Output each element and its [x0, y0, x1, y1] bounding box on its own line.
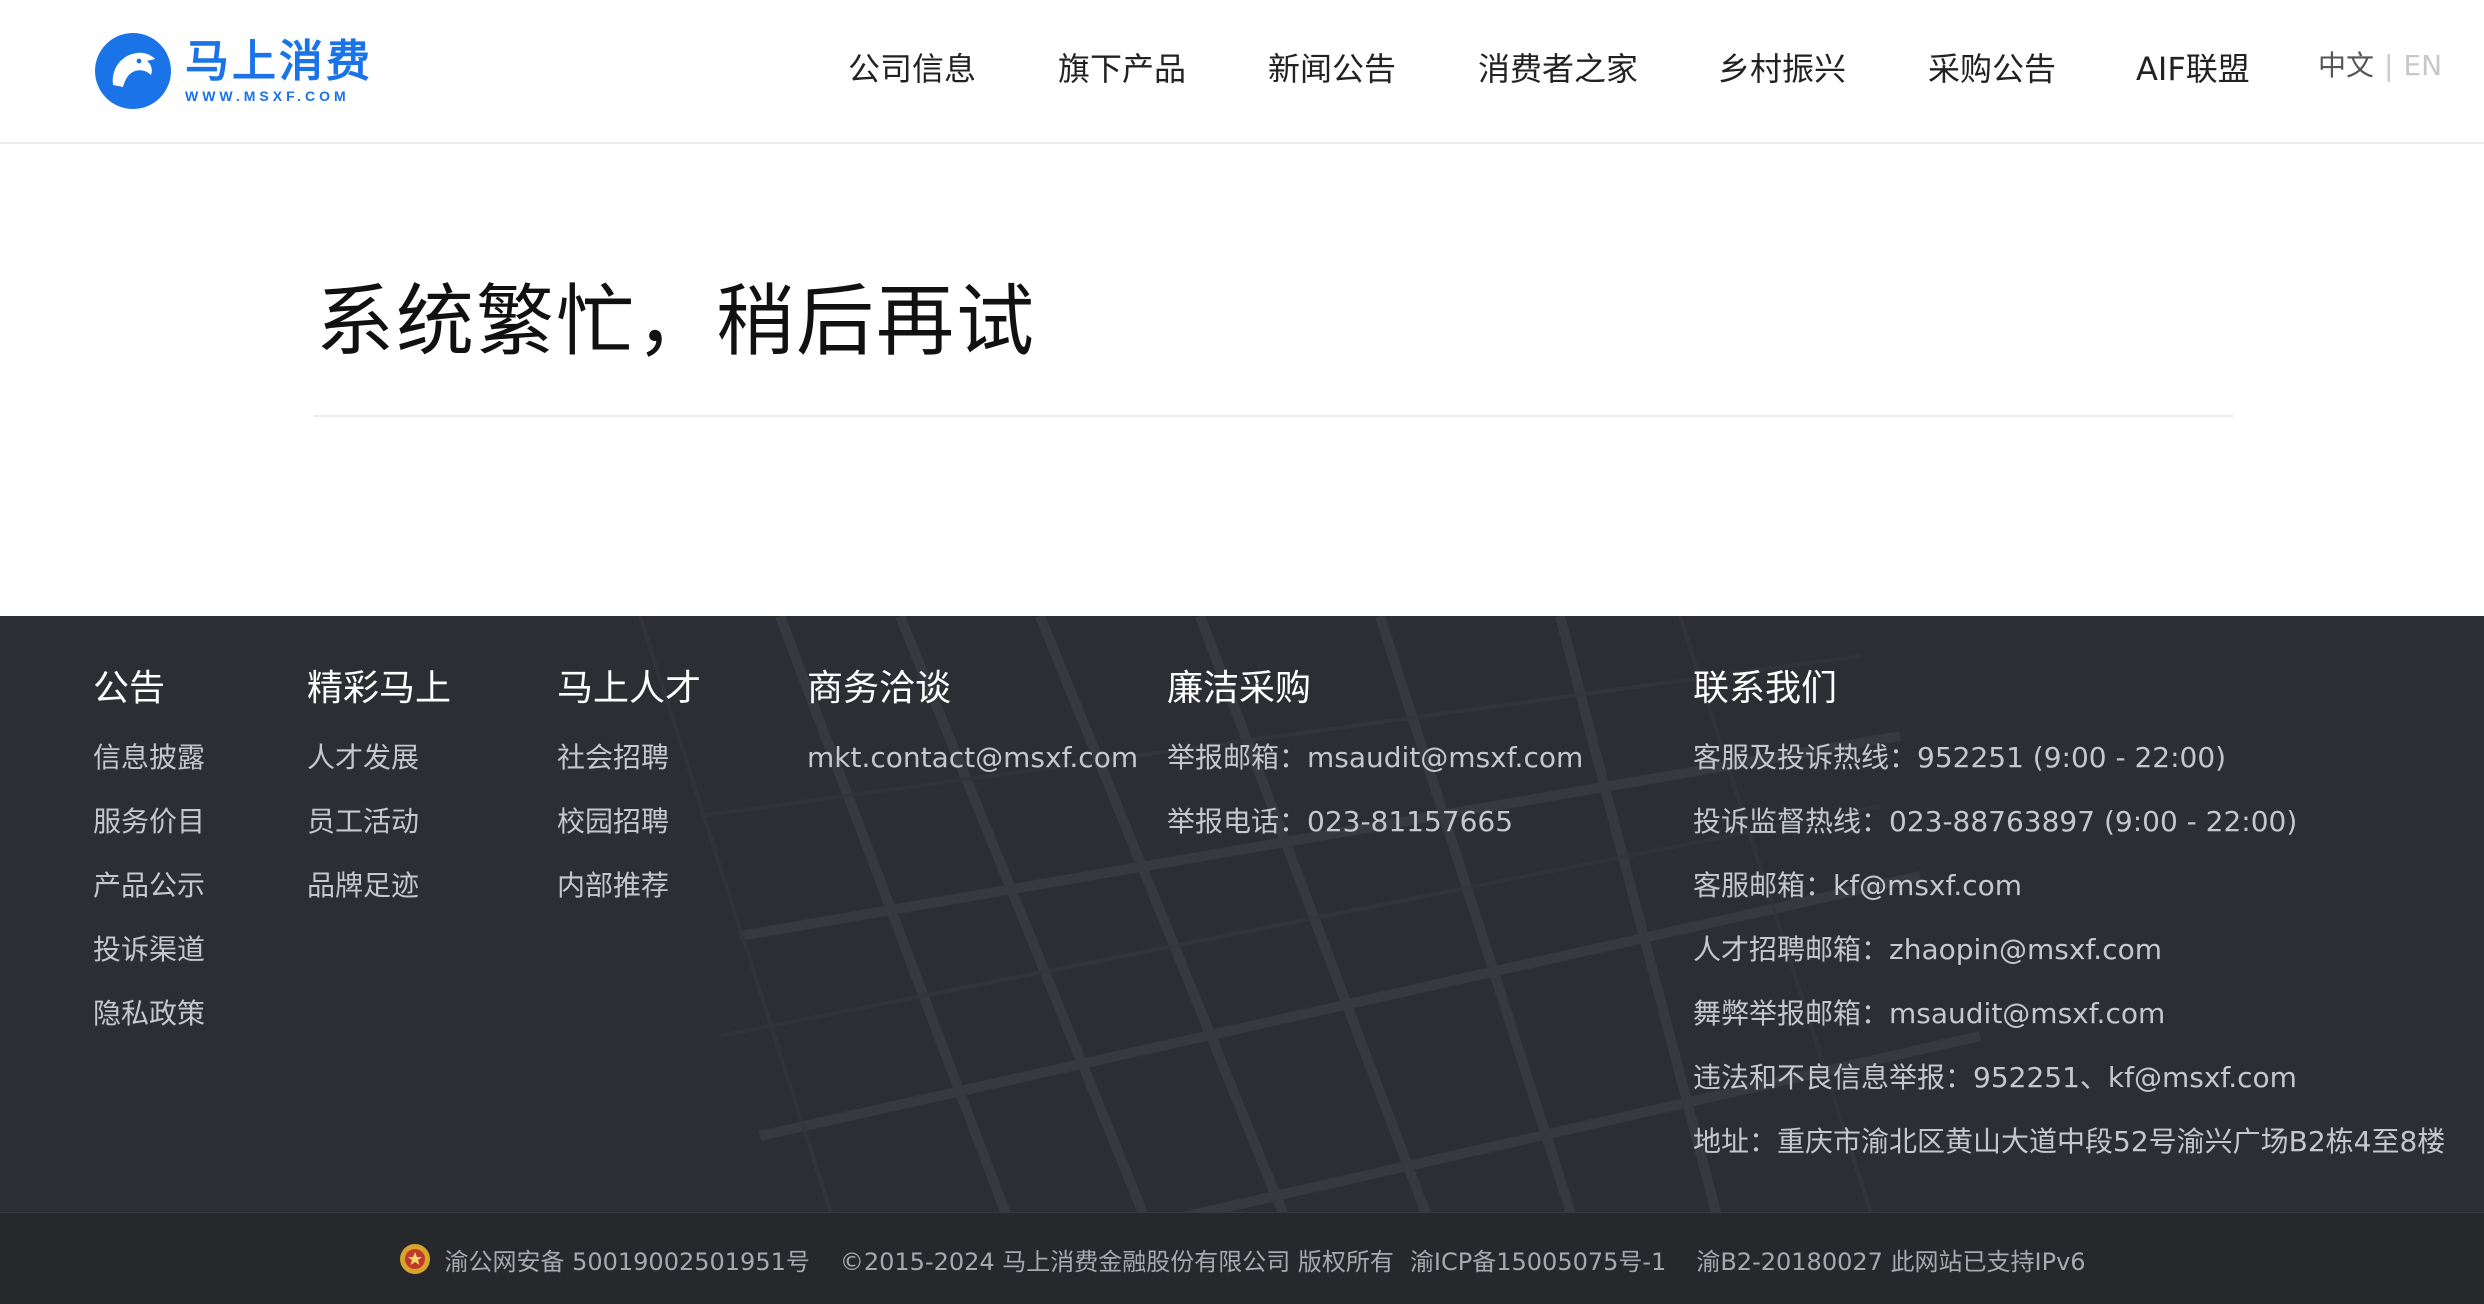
footer-legal-line: 渝公网安备 50019002501951号 ©2015-2024 马上消费金融股…: [0, 1213, 2484, 1304]
footer-link-complaint-channels[interactable]: 投诉渠道: [93, 928, 205, 992]
footer-hotline: 客服及投诉热线：952251 (9:00 - 22:00): [1693, 741, 2227, 774]
footer-link-internal-referral[interactable]: 内部推荐: [557, 864, 701, 928]
footer-link-social-recruitment[interactable]: 社会招聘: [557, 736, 701, 800]
lang-english[interactable]: EN: [2403, 49, 2442, 82]
footer-fraud-email: 舞弊举报邮箱：msaudit@msxf.com: [1693, 997, 2166, 1030]
police-record-link[interactable]: 渝公网安备 50019002501951号: [444, 1242, 809, 1277]
horse-head-logo-icon: [95, 33, 171, 109]
footer-col-title: 公告: [93, 668, 166, 709]
footer-address: 地址：重庆市渝北区黄山大道中段52号渝兴广场B2栋4至8楼: [1693, 1125, 2446, 1158]
language-switcher: 中文 | EN: [2318, 46, 2442, 86]
footer-link-brand-footprints[interactable]: 品牌足迹: [307, 864, 451, 928]
police-badge-icon: [400, 1244, 431, 1274]
footer-link-business-email[interactable]: mkt.contact@msxf.com: [807, 736, 1138, 800]
footer-link-campus-recruitment[interactable]: 校园招聘: [557, 800, 701, 864]
footer-col-title: 廉洁采购: [1167, 668, 1312, 709]
icp-record-link[interactable]: 渝ICP备15005075号-1: [1410, 1242, 1666, 1277]
nav-news[interactable]: 新闻公告: [1268, 44, 1396, 94]
nav-procurement[interactable]: 采购公告: [1928, 44, 2056, 94]
footer-report-email: 举报邮箱：msaudit@msxf.com: [1167, 741, 1584, 774]
footer-supervision-hotline: 投诉监督热线：023-88763897 (9:00 - 22:00): [1693, 805, 2298, 838]
footer-col-integrity: 廉洁采购 举报邮箱：msaudit@msxf.com 举报电话：023-8115…: [1167, 664, 1583, 864]
footer-col-title: 联系我们: [1693, 668, 1838, 709]
footer-col-business: 商务洽谈 mkt.contact@msxf.com: [807, 664, 1138, 800]
footer-bottom-bar: 渝公网安备 50019002501951号 ©2015-2024 马上消费金融股…: [0, 1212, 2484, 1304]
footer-report-phone: 举报电话：023-81157665: [1167, 805, 1514, 838]
footer-link-service-prices[interactable]: 服务价目: [93, 800, 205, 864]
lang-chinese[interactable]: 中文: [2318, 49, 2374, 82]
logo-name-cn: 马上消费: [185, 36, 373, 87]
site-footer: 公告 信息披露 服务价目 产品公示 投诉渠道 隐私政策 精彩马上 人才发展 员工…: [0, 616, 2484, 1304]
footer-col-title: 商务洽谈: [807, 668, 952, 709]
footer-recruit-email: 人才招聘邮箱：zhaopin@msxf.com: [1693, 933, 2162, 966]
site-header: 马上消费 WWW.MSXF.COM 公司信息 旗下产品 新闻公告 消费者之家 乡…: [0, 0, 2484, 144]
nav-rural-revitalization[interactable]: 乡村振兴: [1718, 44, 1846, 94]
footer-col-talent: 马上人才 社会招聘 校园招聘 内部推荐: [557, 664, 701, 928]
nav-aif-alliance[interactable]: AIF联盟: [2136, 44, 2250, 94]
nav-products[interactable]: 旗下产品: [1058, 44, 1186, 94]
license-text: 渝B2-20180027 此网站已支持IPv6: [1696, 1247, 2086, 1276]
copyright-text: ©2015-2024 马上消费金融股份有限公司 版权所有: [839, 1247, 1394, 1276]
footer-service-email: 客服邮箱：kf@msxf.com: [1693, 869, 2023, 902]
lang-separator: |: [2384, 49, 2394, 82]
logo-text: 马上消费 WWW.MSXF.COM: [185, 37, 373, 105]
footer-link-product-publicity[interactable]: 产品公示: [93, 864, 205, 928]
footer-col-notice: 公告 信息披露 服务价目 产品公示 投诉渠道 隐私政策: [93, 664, 205, 1056]
footer-col-title: 精彩马上: [307, 668, 452, 709]
logo-url: WWW.MSXF.COM: [185, 88, 350, 104]
footer-link-staff-activities[interactable]: 员工活动: [307, 800, 451, 864]
footer-link-talent-development[interactable]: 人才发展: [307, 736, 451, 800]
footer-col-contact: 联系我们 客服及投诉热线：952251 (9:00 - 22:00) 投诉监督热…: [1693, 664, 2445, 1184]
footer-link-privacy-policy[interactable]: 隐私政策: [93, 992, 205, 1056]
site-logo[interactable]: 马上消费 WWW.MSXF.COM: [93, 29, 373, 113]
nav-company-info[interactable]: 公司信息: [848, 44, 976, 94]
footer-illegal-report: 违法和不良信息举报：952251、kf@msxf.com: [1693, 1061, 2297, 1094]
footer-col-wonderful: 精彩马上 人才发展 员工活动 品牌足迹: [307, 664, 451, 928]
content-divider: [314, 415, 2234, 417]
footer-col-title: 马上人才: [557, 668, 702, 709]
footer-link-disclosure[interactable]: 信息披露: [93, 736, 205, 800]
nav-consumer-home[interactable]: 消费者之家: [1478, 44, 1638, 94]
error-message-title: 系统繁忙，稍后再试: [316, 277, 1037, 367]
